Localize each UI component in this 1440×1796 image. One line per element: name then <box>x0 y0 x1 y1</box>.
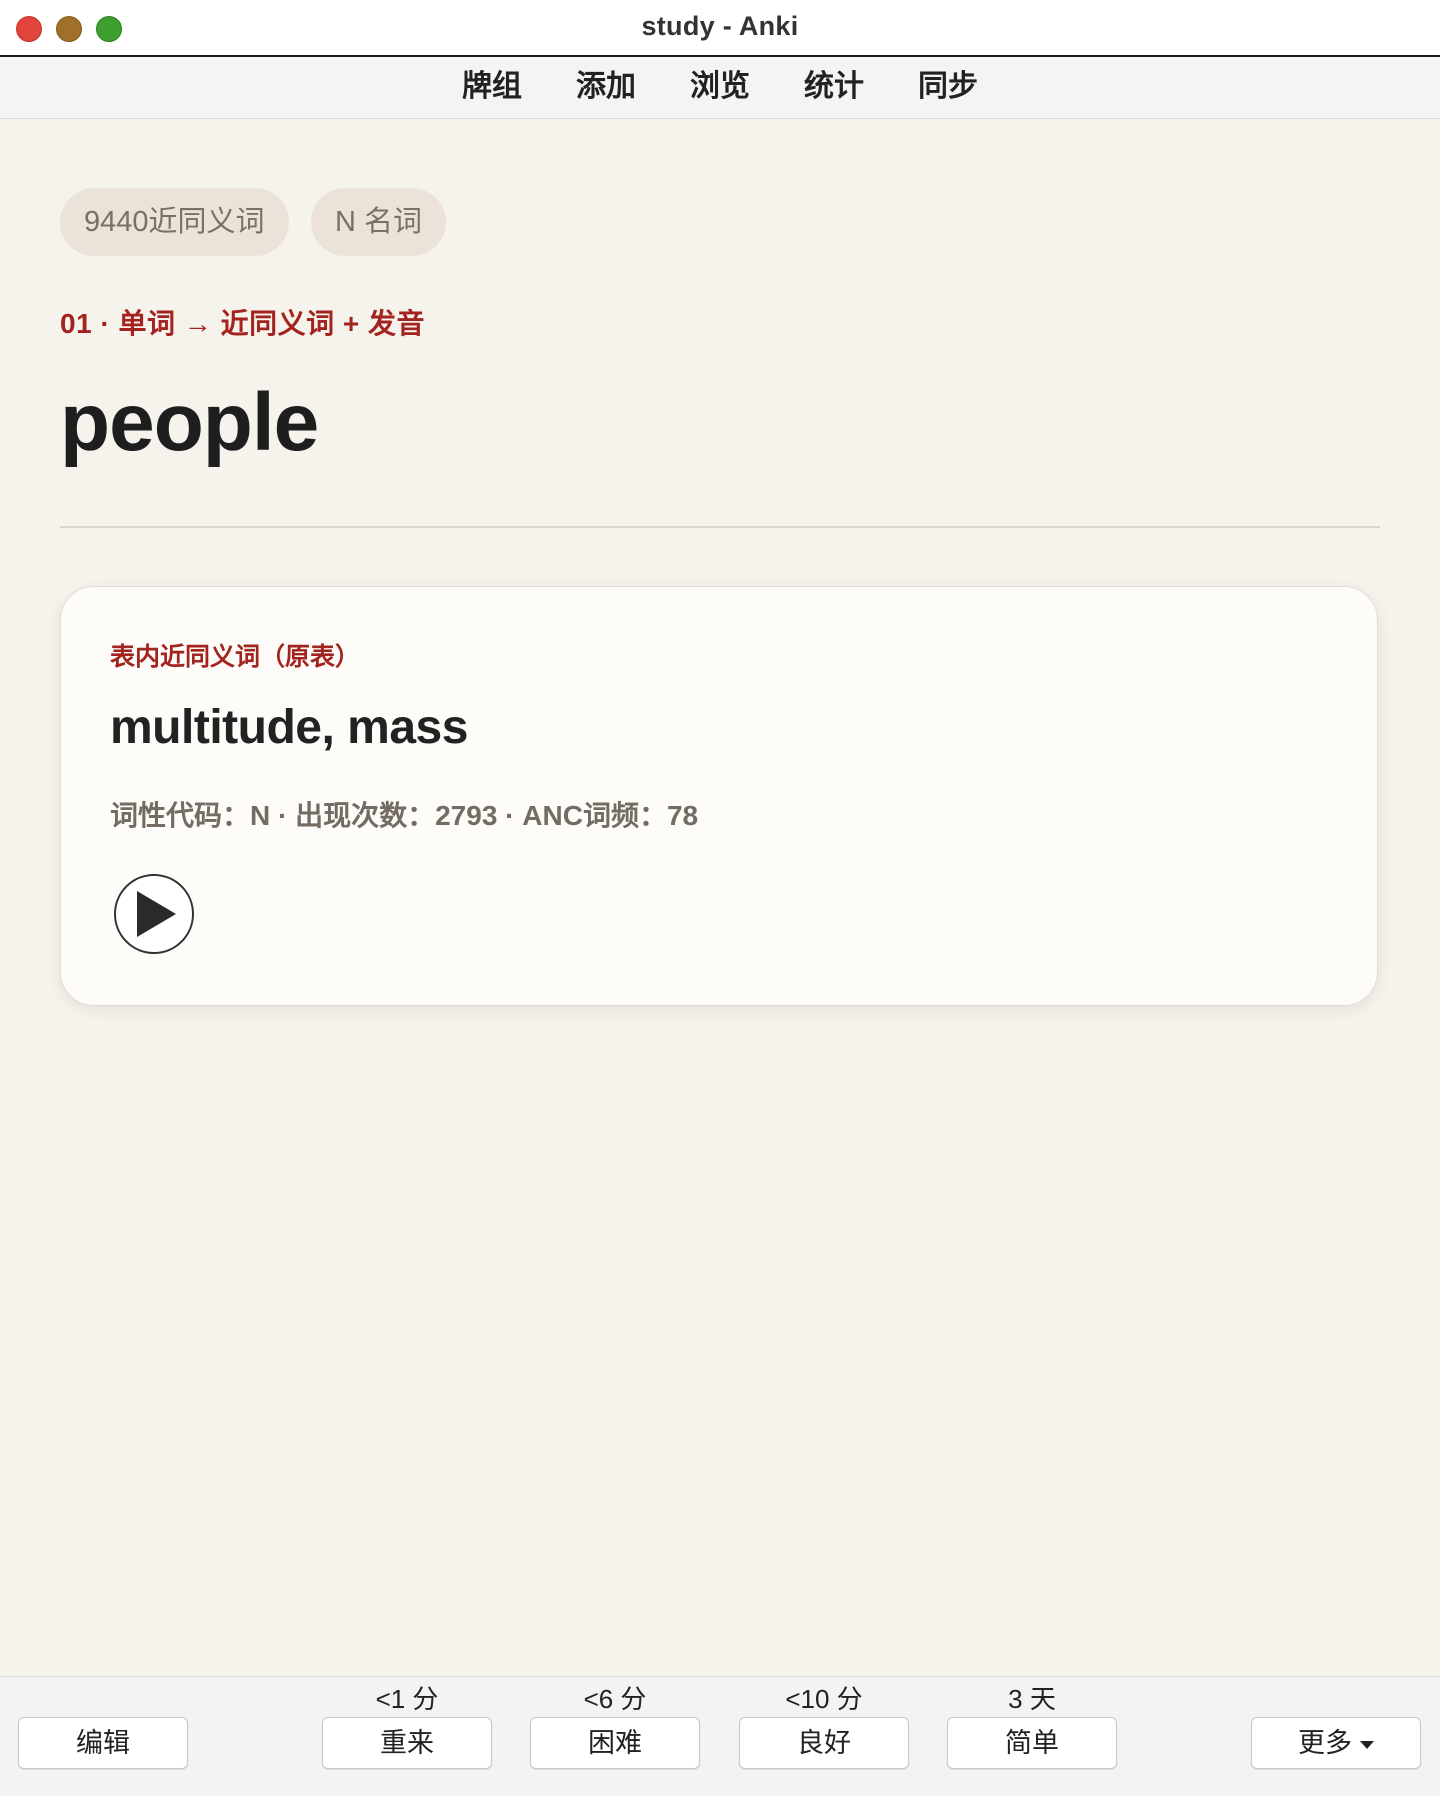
synonym-words: multitude, mass <box>110 701 468 754</box>
play-icon <box>137 891 176 937</box>
top-menu: 牌组 添加 浏览 统计 同步 <box>0 57 1440 119</box>
word-meta: 词性代码：N · 出现次数：2793 · ANC词频：78 <box>110 800 699 831</box>
window-title: study - Anki <box>641 11 799 41</box>
headword: people <box>60 377 319 468</box>
card-content: 9440近同义词 N 名词 01 · 单词 → 近同义词 + 发音 people… <box>60 188 1380 1006</box>
menu-stats[interactable]: 统计 <box>804 57 864 117</box>
synonym-label: 表内近同义词（原表） <box>110 643 361 671</box>
tag-deck: 9440近同义词 <box>60 188 289 256</box>
bottom-bar: 编辑 <1 分 重来 <6 分 困难 <10 分 良好 3 天 简单 更多 <box>0 1676 1440 1796</box>
play-audio-button[interactable] <box>114 874 194 954</box>
interval-easy: 3 天 <box>1008 1684 1056 1714</box>
menu-browse[interactable]: 浏览 <box>690 57 750 117</box>
tag-list: 9440近同义词 N 名词 <box>60 188 1380 256</box>
easy-button[interactable]: 简单 <box>947 1717 1117 1769</box>
title-bar: study - Anki <box>0 0 1440 57</box>
divider <box>60 526 1380 528</box>
interval-hard: <6 分 <box>583 1684 647 1714</box>
hard-button[interactable]: 困难 <box>530 1717 700 1769</box>
card-route: 01 · 单词 → 近同义词 + 发音 <box>60 308 425 339</box>
synonym-card: 表内近同义词（原表） multitude, mass 词性代码：N · 出现次数… <box>60 586 1378 1006</box>
edit-button[interactable]: 编辑 <box>18 1717 188 1769</box>
again-button[interactable]: 重来 <box>322 1717 492 1769</box>
more-label: 更多 <box>1298 1728 1352 1758</box>
chevron-down-icon <box>1360 1740 1374 1749</box>
anki-window: study - Anki 牌组 添加 浏览 统计 同步 9440近同义词 N 名… <box>0 0 1440 1796</box>
more-button[interactable]: 更多 <box>1251 1717 1421 1769</box>
menu-add[interactable]: 添加 <box>576 57 636 117</box>
tag-part-of-speech: N 名词 <box>310 188 446 256</box>
good-button[interactable]: 良好 <box>739 1717 909 1769</box>
menu-decks[interactable]: 牌组 <box>462 57 522 117</box>
interval-again: <1 分 <box>375 1684 439 1714</box>
menu-sync[interactable]: 同步 <box>918 57 978 117</box>
interval-good: <10 分 <box>785 1684 863 1714</box>
